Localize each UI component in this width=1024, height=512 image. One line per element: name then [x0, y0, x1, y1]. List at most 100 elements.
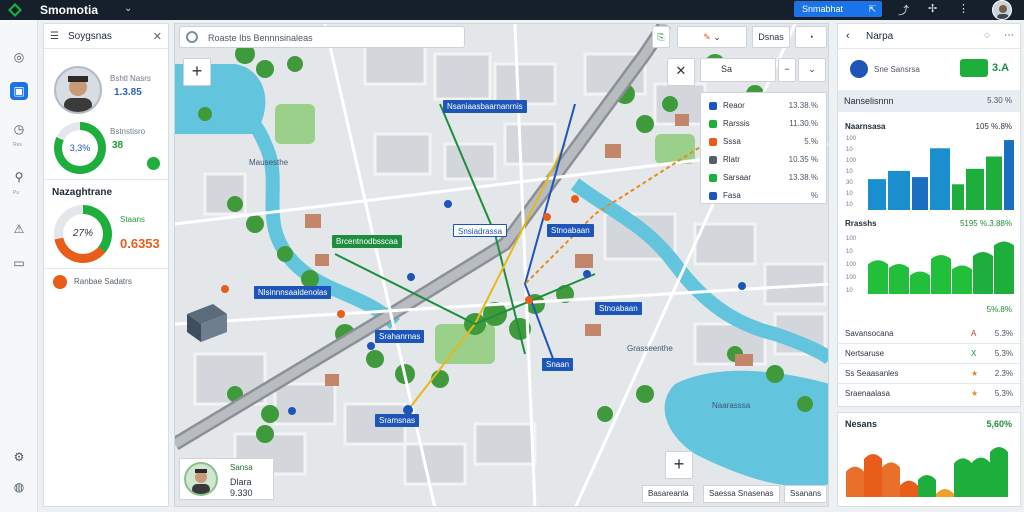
profile-avatar[interactable]	[54, 66, 102, 114]
chevron-down-icon[interactable]: ⌄	[124, 3, 132, 14]
bottom-button[interactable]: Ssanans	[784, 485, 828, 503]
bar	[936, 489, 954, 497]
bar	[994, 241, 1014, 294]
map-callout[interactable]: Stnoabaan	[547, 224, 594, 237]
user-card-name: Dlara	[230, 477, 252, 487]
bottom-button[interactable]: Saessa Snasenas	[703, 485, 780, 503]
clock-icon[interactable]: ◷	[10, 120, 28, 138]
zoom-in-button[interactable]: +	[665, 451, 693, 479]
progress-ring: 3,3%	[54, 122, 106, 174]
map-callout[interactable]: Nlsinnnsaaldenolas	[254, 286, 332, 299]
stat-marker-icon: ★	[971, 369, 979, 378]
stat-name: Savansocana	[845, 329, 894, 338]
map-callout[interactable]: Stnoabaan	[595, 302, 642, 315]
stat-row[interactable]: Nertsaruse X 5.3%	[845, 346, 1017, 362]
panel-title: Nesans	[845, 419, 878, 429]
map-callout[interactable]: Snaan	[542, 358, 574, 371]
map-search-text: Roaste Ibs Bennnsinaleas	[208, 33, 313, 43]
stat-marker-icon: A	[971, 329, 977, 338]
divider	[838, 363, 1020, 364]
stat-row[interactable]: Ss Seaasanles ★ 2.3%	[845, 366, 1017, 382]
stat-marker-icon: ★	[971, 389, 979, 398]
bar	[986, 156, 1002, 210]
back-icon[interactable]: ‹	[846, 30, 850, 42]
alert-text[interactable]: Ranbae Sadatrs	[74, 277, 132, 286]
layer-checkbox[interactable]	[709, 138, 717, 146]
filter-edit-icon: ✎	[703, 32, 711, 42]
bottom-button[interactable]: Basareanla	[642, 485, 695, 503]
divider	[838, 383, 1020, 384]
ring-label: Bstnstisro	[110, 127, 146, 136]
layer-value: 13.38.%	[788, 101, 818, 110]
layer-select[interactable]: Sa	[700, 58, 776, 82]
help-icon[interactable]: ◍	[10, 478, 28, 496]
stat-row[interactable]: Sraenaalasa ★ 5.3%	[845, 386, 1017, 402]
map-callout[interactable]: Snsiadrassa	[453, 224, 508, 237]
stat-name: Ss Seaasanles	[845, 369, 899, 378]
user-card[interactable]: Sansa Dlara 9.330	[179, 458, 274, 500]
layer-checkbox[interactable]	[709, 102, 717, 110]
stat-marker-icon: X	[971, 349, 977, 358]
close-icon[interactable]: ✕	[153, 30, 162, 43]
layer-row[interactable]: Rarssis 11.30.%	[707, 115, 822, 133]
map-icon[interactable]: ◎	[10, 48, 28, 66]
minus-icon[interactable]: −	[778, 58, 796, 82]
bar	[864, 454, 882, 497]
layer-checkbox[interactable]	[709, 174, 717, 182]
map-filter-dropdown[interactable]: ✎ ⌄	[677, 26, 747, 48]
chevron-down-icon[interactable]: ⌄	[798, 58, 826, 82]
share-icon[interactable]: ⤴	[898, 2, 909, 18]
share-icon: ⇱	[868, 4, 876, 14]
y-tick-label: 10	[846, 288, 853, 294]
settings-icon[interactable]: ✢	[928, 2, 937, 15]
layer-row[interactable]: Reaor 13.38.%	[707, 97, 822, 115]
bar	[972, 457, 990, 497]
map-callout[interactable]: Nsaniaasbaarnanrnis	[443, 100, 527, 113]
layer-checkbox[interactable]	[709, 192, 717, 200]
link-icon[interactable]: ◌	[984, 30, 990, 41]
summary-text: Sne Sansrsa	[874, 65, 920, 74]
y-tick-label: 100	[846, 236, 857, 242]
user-avatar[interactable]	[992, 0, 1012, 20]
bar	[846, 466, 864, 497]
map-callout[interactable]: Sramsnas	[375, 414, 420, 427]
layer-checkbox[interactable]	[709, 156, 717, 164]
layer-name: Fasa	[723, 191, 741, 200]
close-icon[interactable]: ✕	[667, 58, 695, 86]
bookmark-icon[interactable]: ⎘	[652, 26, 670, 48]
summary-icon	[850, 60, 868, 78]
more-icon[interactable]: ⋯	[1004, 30, 1014, 41]
layers-icon[interactable]: ▣	[10, 82, 28, 100]
bar	[990, 447, 1008, 497]
chat-icon[interactable]: ◔	[795, 26, 827, 48]
bar-chart: 100 10 100 10 30 10 10	[846, 136, 1014, 210]
layer-row[interactable]: Sarsaar 13.38.%	[707, 169, 822, 187]
right-panel: ‹ Narpa ◌ ⋯ Sne Sansrsa 3.A Nanselisnnn …	[837, 23, 1021, 407]
zoom-in-button[interactable]: +	[183, 58, 211, 86]
layer-row[interactable]: Fasa %	[707, 187, 822, 205]
map-callout[interactable]: Srahanrnas	[375, 330, 425, 343]
stat-row[interactable]: Savansocana A 5.3%	[845, 326, 1017, 342]
map-search[interactable]: Roaste Ibs Bennnsinaleas	[179, 26, 465, 48]
location-icon[interactable]: ⚲	[10, 168, 28, 186]
y-tick-label: 10	[846, 169, 853, 175]
right-panel-title: Narpa	[866, 31, 894, 42]
map-callout[interactable]: Brcentnodbsscaa	[332, 235, 402, 248]
ring-label: Staans	[120, 215, 145, 224]
more-icon[interactable]: ⋮	[958, 2, 969, 15]
menu-icon[interactable]: ☰	[50, 31, 59, 42]
ring-value: 38	[112, 140, 124, 151]
alert-icon[interactable]: ⚠	[10, 220, 28, 238]
primary-action-button[interactable]: Snmabhat ⇱	[794, 1, 882, 17]
screen-icon[interactable]: ▭	[10, 254, 28, 272]
layer-row[interactable]: Sssa 5.%	[707, 133, 822, 151]
chart-footer: 5%.8%	[986, 305, 1012, 314]
bar	[868, 260, 888, 294]
app-logo-icon	[8, 3, 22, 17]
map-view[interactable]: Roaste Ibs Bennnsinaleas ⎘ ✎ ⌄ Dsnas ◔ +…	[174, 23, 829, 507]
layer-row[interactable]: Rlatr 10.35 %	[707, 151, 822, 169]
layer-checkbox[interactable]	[709, 120, 717, 128]
settings-icon[interactable]: ⚙	[10, 448, 28, 466]
chart-title: Naarnsasa	[845, 122, 886, 131]
map-control-b[interactable]: Dsnas	[752, 26, 790, 48]
